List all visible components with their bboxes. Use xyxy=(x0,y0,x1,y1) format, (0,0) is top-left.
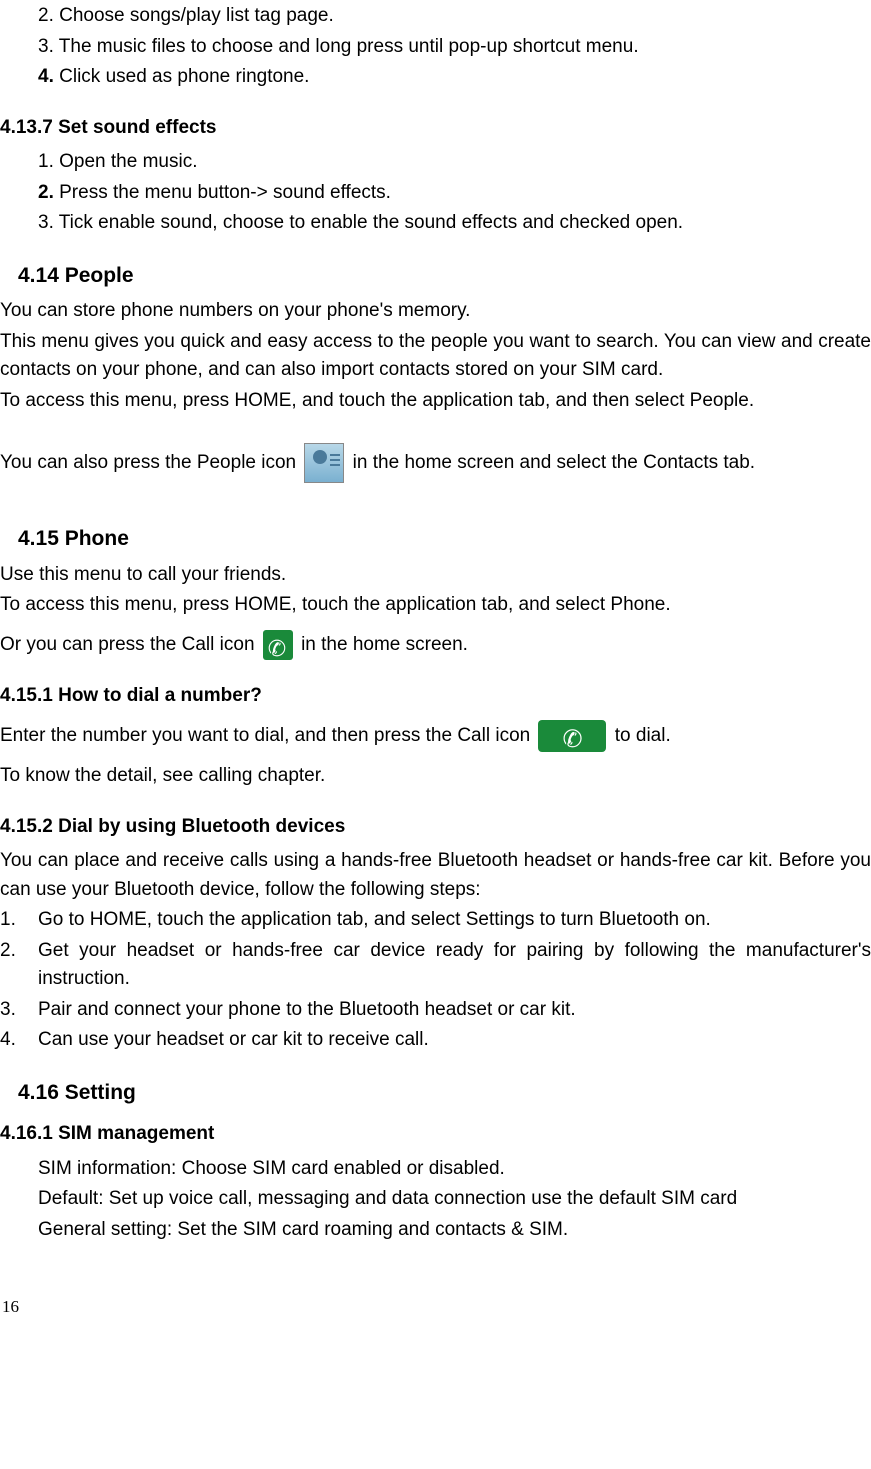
list-num-bold: 2. xyxy=(38,182,54,203)
text-after-icon: to dial. xyxy=(609,725,670,746)
heading-4-13-7: 4.13.7 Set sound effects xyxy=(0,114,871,143)
heading-4-15-1: 4.15.1 How to dial a number? xyxy=(0,682,871,711)
heading-4-16: 4.16 Setting xyxy=(18,1077,871,1109)
text-before-icon: Or you can press the Call icon xyxy=(0,634,260,655)
heading-4-15: 4.15 Phone xyxy=(18,523,871,555)
numbered-list: 1. Go to HOME, touch the application tab… xyxy=(0,906,871,1055)
list-text: Press the menu button-> sound effects. xyxy=(54,182,391,203)
list-item: 3. Tick enable sound, choose to enable t… xyxy=(38,209,871,238)
list-item: 2. Get your headset or hands-free car de… xyxy=(0,937,871,994)
paragraph-with-icon: Or you can press the Call icon in the ho… xyxy=(0,630,871,660)
document-page: 2. Choose songs/play list tag page. 3. T… xyxy=(0,2,871,1350)
list-text: Click used as phone ringtone. xyxy=(54,66,310,87)
list-item: Default: Set up voice call, messaging an… xyxy=(38,1185,871,1214)
paragraph-with-icon: Enter the number you want to dial, and t… xyxy=(0,720,871,752)
people-icon xyxy=(304,443,344,483)
paragraph-with-icon: You can also press the People icon in th… xyxy=(0,443,871,483)
list-text: Can use your headset or car kit to recei… xyxy=(38,1026,871,1055)
heading-4-15-2: 4.15.2 Dial by using Bluetooth devices xyxy=(0,813,871,842)
list-number: 4. xyxy=(0,1026,38,1055)
text-after-icon: in the home screen. xyxy=(296,634,468,655)
list-item: 1. Go to HOME, touch the application tab… xyxy=(0,906,871,935)
list-text: Pair and connect your phone to the Bluet… xyxy=(38,996,871,1025)
list-number: 3. xyxy=(0,996,38,1025)
list-item: 3. Pair and connect your phone to the Bl… xyxy=(0,996,871,1025)
paragraph: This menu gives you quick and easy acces… xyxy=(0,328,871,385)
call-icon xyxy=(538,720,606,752)
text-after-icon: in the home screen and select the Contac… xyxy=(347,452,755,473)
heading-4-14: 4.14 People xyxy=(18,260,871,292)
list-item: 3. The music files to choose and long pr… xyxy=(38,33,871,62)
page-number: 16 xyxy=(2,1294,871,1320)
paragraph: To access this menu, press HOME, touch t… xyxy=(0,591,871,620)
paragraph: Use this menu to call your friends. xyxy=(0,561,871,590)
list-text: Get your headset or hands-free car devic… xyxy=(38,937,871,994)
list-text: Go to HOME, touch the application tab, a… xyxy=(38,906,871,935)
paragraph: To know the detail, see calling chapter. xyxy=(0,762,871,791)
list-number: 1. xyxy=(0,906,38,935)
heading-4-16-1: 4.16.1 SIM management xyxy=(0,1120,871,1149)
list-item: 2. Choose songs/play list tag page. xyxy=(38,2,871,31)
list-item: 4. Click used as phone ringtone. xyxy=(38,63,871,92)
text-before-icon: You can also press the People icon xyxy=(0,452,301,473)
list-item: 2. Press the menu button-> sound effects… xyxy=(38,179,871,208)
paragraph: To access this menu, press HOME, and tou… xyxy=(0,387,871,416)
list-item: General setting: Set the SIM card roamin… xyxy=(38,1216,871,1245)
text-before-icon: Enter the number you want to dial, and t… xyxy=(0,725,535,746)
paragraph: You can place and receive calls using a … xyxy=(0,847,871,904)
list-item: 1. Open the music. xyxy=(38,148,871,177)
list-item: 4. Can use your headset or car kit to re… xyxy=(0,1026,871,1055)
call-icon xyxy=(263,630,293,660)
paragraph: You can store phone numbers on your phon… xyxy=(0,297,871,326)
list-num-bold: 4. xyxy=(38,66,54,87)
list-number: 2. xyxy=(0,937,38,994)
list-item: SIM information: Choose SIM card enabled… xyxy=(38,1155,871,1184)
